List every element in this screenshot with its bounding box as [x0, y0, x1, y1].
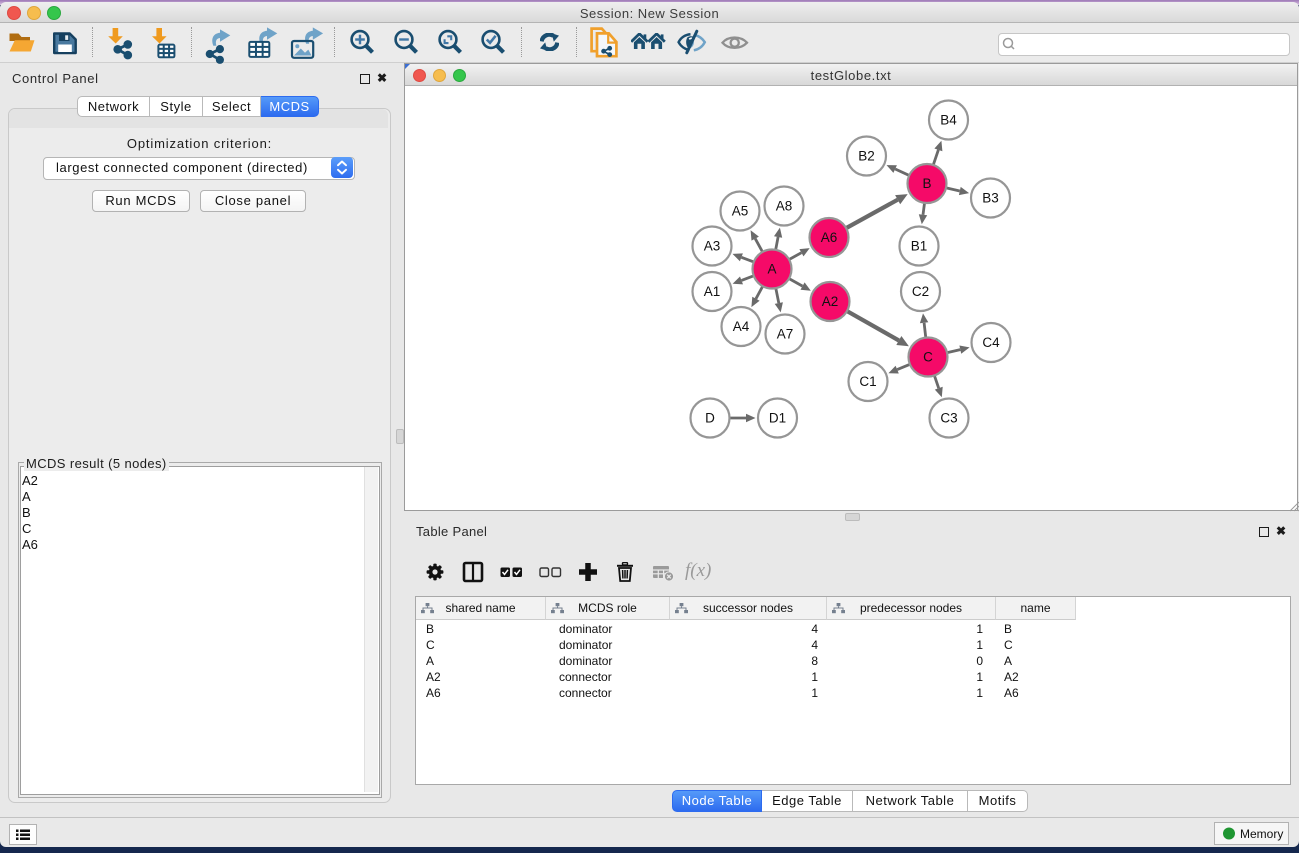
svg-text:A3: A3 — [704, 239, 721, 254]
svg-text:A8: A8 — [776, 199, 793, 214]
svg-text:D: D — [705, 411, 715, 426]
svg-text:B3: B3 — [982, 191, 999, 206]
svg-text:C1: C1 — [859, 374, 876, 389]
svg-text:C4: C4 — [982, 335, 1000, 350]
svg-text:Memory: Memory — [1240, 827, 1283, 841]
svg-text:A7: A7 — [777, 327, 794, 342]
svg-text:B: B — [922, 176, 931, 191]
svg-text:B2: B2 — [858, 149, 875, 164]
svg-text:B4: B4 — [940, 113, 957, 128]
svg-text:A4: A4 — [733, 319, 750, 334]
svg-text:D1: D1 — [769, 411, 786, 426]
svg-text:A5: A5 — [732, 204, 749, 219]
svg-text:C3: C3 — [940, 411, 957, 426]
svg-text:C: C — [923, 350, 933, 365]
svg-text:A: A — [767, 262, 776, 277]
svg-text:B1: B1 — [911, 239, 928, 254]
svg-text:A1: A1 — [704, 284, 721, 299]
svg-text:A2: A2 — [822, 294, 839, 309]
svg-text:C2: C2 — [912, 284, 929, 299]
svg-text:A6: A6 — [821, 230, 838, 245]
